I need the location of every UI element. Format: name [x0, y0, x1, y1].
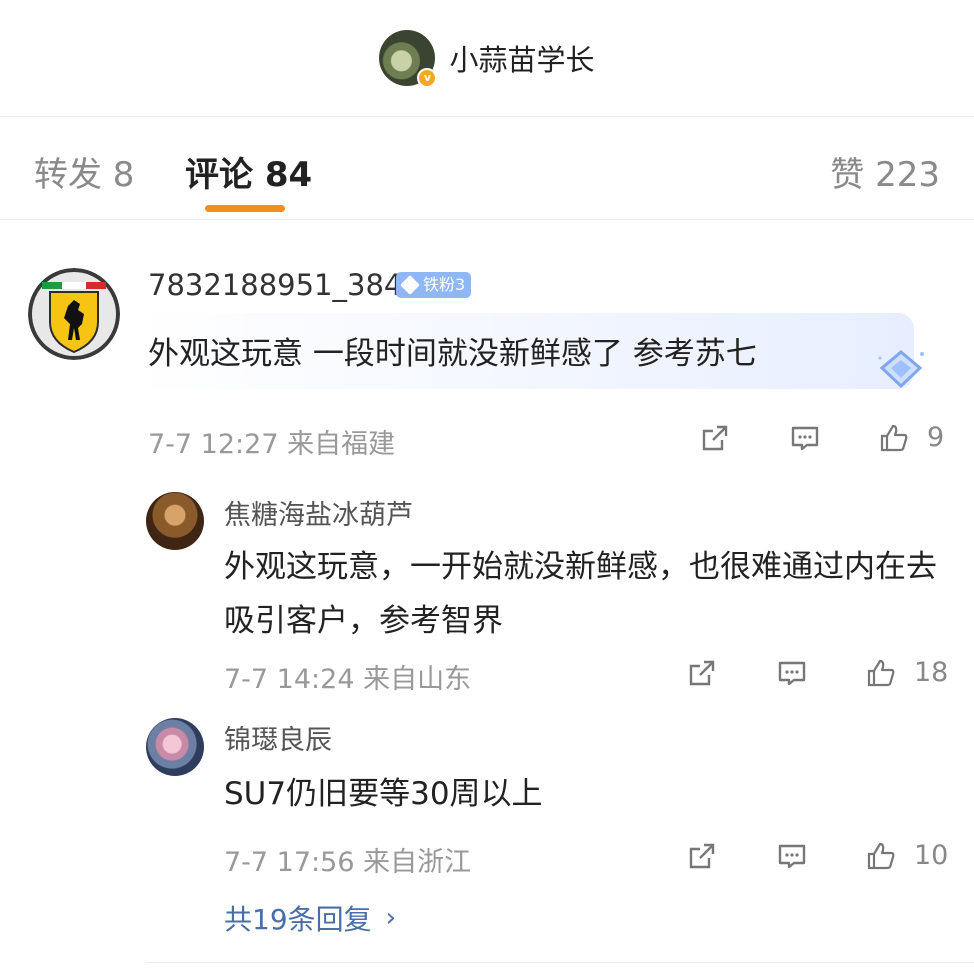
chevron-right-icon: › [385, 903, 397, 933]
view-more-replies-link[interactable]: 共19条回复 › [224, 898, 396, 938]
reply-text: SU7仍旧要等30周以上 [224, 776, 543, 812]
divider [0, 219, 974, 220]
fan-badge-label: 铁粉3 [423, 275, 466, 294]
commenter-username[interactable]: 7832188951_384 [148, 268, 402, 302]
like-count: 18 [914, 657, 949, 688]
thumbs-up-icon[interactable] [863, 838, 899, 874]
author-avatar[interactable]: v [379, 30, 438, 88]
thumbs-up-icon[interactable] [863, 655, 899, 691]
divider [146, 962, 974, 963]
more-replies-label: 共19条回复 [224, 903, 372, 936]
comment-icon[interactable] [787, 420, 823, 456]
share-icon[interactable] [697, 420, 733, 456]
like-count: 9 [927, 422, 945, 453]
like-count: 10 [914, 840, 949, 871]
comment-meta: 7-7 12:27 来自福建 [148, 429, 396, 460]
tab-comment[interactable]: 评论 84 [185, 147, 312, 196]
post-author-header: v 小蒜苗学长 [0, 0, 974, 116]
share-icon[interactable] [684, 838, 720, 874]
tab-repost[interactable]: 转发 8 [34, 147, 134, 196]
thumbs-up-icon[interactable] [876, 420, 912, 456]
share-icon[interactable] [684, 655, 720, 691]
reply-username[interactable]: 焦糖海盐冰葫芦 [224, 493, 413, 532]
comment-text: 外观这玩意 一段时间就没新鲜感了 参考苏七 [148, 336, 757, 372]
reply-meta: 7-7 17:56 来自浙江 [224, 847, 472, 878]
tab-like[interactable]: 赞 223 [830, 147, 940, 196]
reply-meta: 7-7 14:24 来自山东 [224, 664, 472, 695]
comment-icon[interactable] [774, 655, 810, 691]
reply-avatar[interactable] [146, 492, 204, 550]
diamond-icon [400, 275, 420, 295]
reply-avatar[interactable] [146, 718, 204, 776]
reply-username[interactable]: 锦璱良辰 [224, 718, 332, 757]
ferrari-logo-icon [28, 268, 120, 360]
comment-icon[interactable] [774, 838, 810, 874]
commenter-avatar[interactable] [28, 268, 120, 360]
active-tab-indicator [205, 205, 285, 212]
verified-badge-icon: v [417, 68, 438, 88]
tab-bar: 转发 8 评论 84 赞 223 [0, 117, 974, 219]
diamond-decoration-icon [878, 350, 924, 389]
author-name[interactable]: 小蒜苗学长 [449, 37, 594, 79]
reply-text: 外观这玩意，一开始就没新鲜感，也很难通过内在去吸引客户，参考智界 [224, 549, 937, 639]
fan-level-badge: 铁粉3 [396, 272, 472, 298]
